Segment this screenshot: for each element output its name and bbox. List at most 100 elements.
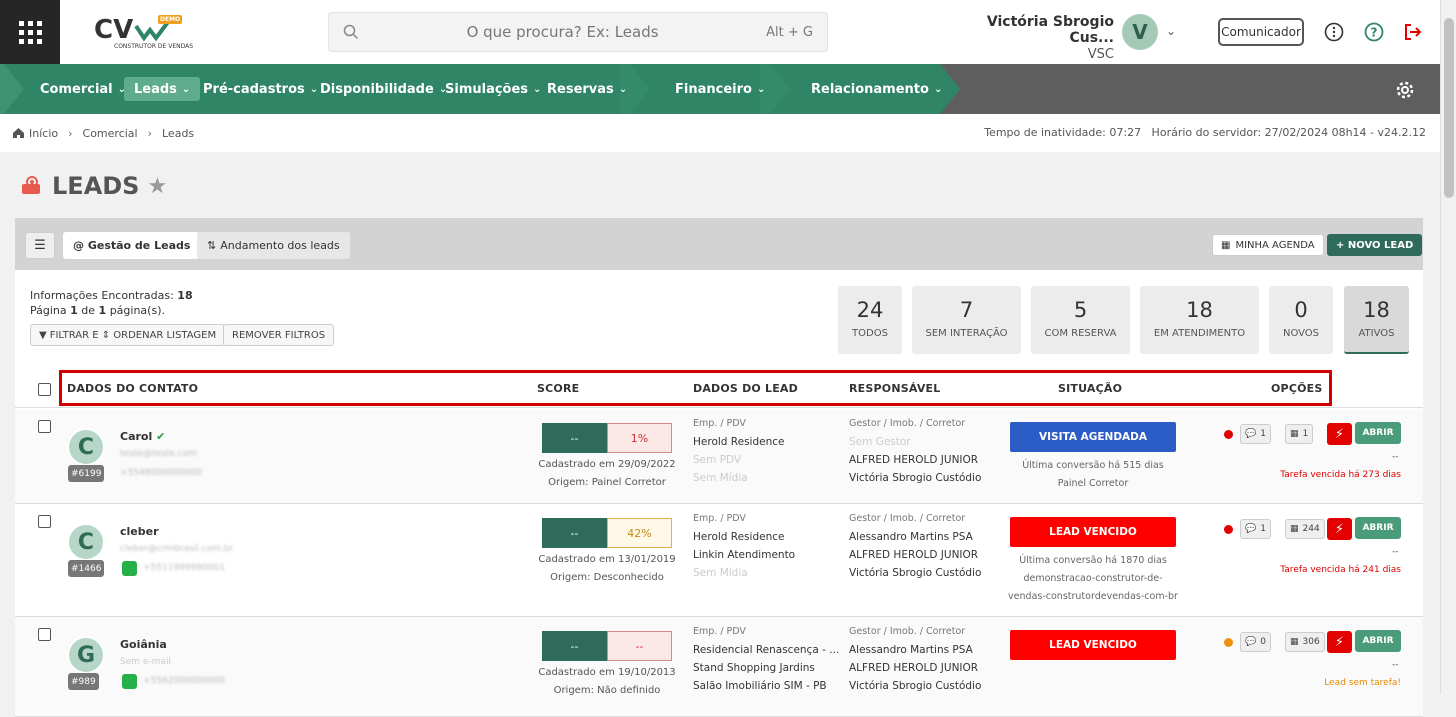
tab-gestao-de-leads[interactable]: @ Gestão de Leads [63, 232, 201, 259]
row-checkbox[interactable] [38, 515, 51, 528]
chevron-right-icon: › [68, 126, 73, 140]
chat-count-button[interactable]: 💬 0 [1240, 632, 1271, 652]
calendar-icon: ▦ [1290, 524, 1299, 534]
leads-icon [22, 176, 40, 194]
logout-icon[interactable] [1403, 22, 1423, 42]
nav-item-simulacoes[interactable]: Simulações ⌄ [435, 77, 551, 101]
row-checkbox[interactable] [38, 628, 51, 641]
nav-item-pre-cadastros[interactable]: Pré-cadastros ⌄ [193, 77, 328, 101]
help-icon[interactable]: ? [1364, 22, 1384, 42]
user-info[interactable]: Victória Sbrogio Cus... VSC [944, 14, 1114, 62]
col-situacao: SITUAÇÃO [1058, 382, 1123, 395]
lead-data: Emp. / PDV Herold Residence Linkin Atend… [693, 513, 796, 579]
calendar-count-button[interactable]: ▦ 1 [1285, 424, 1314, 444]
lead-id-badge: #6199 [68, 465, 105, 482]
whatsapp-icon[interactable] [122, 561, 137, 576]
table-row: C #6199 Carol ✔ teste@teste.com +5548000… [15, 409, 1423, 504]
lead-email: Sem e-mail [120, 657, 171, 667]
stat-em-atendimento[interactable]: 18 EM ATENDIMENTO [1140, 286, 1259, 354]
calendar-count-button[interactable]: ▦ 306 [1285, 632, 1325, 652]
nav-item-financeiro[interactable]: Financeiro ⌄ [665, 77, 775, 101]
chevron-down-icon: ⌄ [618, 83, 628, 95]
star-icon[interactable]: ★ [147, 174, 167, 199]
remove-filters-button[interactable]: REMOVER FILTROS [223, 324, 335, 346]
breadcrumb-comercial[interactable]: Comercial [83, 127, 138, 140]
lead-name[interactable]: Goiânia [120, 638, 167, 651]
bolt-action-button[interactable]: ⚡ [1327, 423, 1352, 445]
lead-phone: +5548000000000 [120, 468, 202, 478]
whatsapp-icon[interactable] [122, 674, 137, 689]
chevron-right-icon: › [147, 126, 152, 140]
stat-ativos[interactable]: 18 ATIVOS [1344, 286, 1409, 354]
novo-lead-button[interactable]: + NOVO LEAD [1327, 234, 1423, 256]
status-text: Última conversão há 515 dias Painel Corre… [1022, 460, 1164, 489]
gear-icon[interactable] [1394, 79, 1416, 101]
stat-com-reserva[interactable]: 5 COM RESERVA [1031, 286, 1130, 354]
svg-text:?: ? [1371, 26, 1378, 40]
scrollbar-thumb[interactable] [1444, 18, 1454, 198]
search-input[interactable]: O que procura? Ex: Leads Alt + G [328, 12, 828, 52]
nav-item-reservas[interactable]: Reservas ⌄ [537, 77, 637, 101]
filter-icon: ▼ [39, 329, 47, 341]
server-info: Tempo de inatividade: 07:27 Horário do s… [984, 126, 1426, 139]
nav-item-leads[interactable]: Leads ⌄ [124, 77, 201, 101]
more-options-icon[interactable] [1324, 22, 1344, 42]
col-dados-do-lead: DADOS DO LEAD [693, 382, 798, 395]
status-badge[interactable]: LEAD VENCIDO [1010, 630, 1176, 660]
cadastrado-date: Cadastrado em 19/10/2013 [538, 667, 676, 678]
comunicador-button[interactable]: Comunicador [1218, 18, 1304, 46]
bolt-action-button[interactable]: ⚡ [1327, 631, 1352, 653]
dash-text: -- [1392, 547, 1399, 557]
bolt-icon: ⚡ [1334, 634, 1345, 650]
chevron-down-icon[interactable]: ⌄ [1166, 24, 1176, 38]
filter-button[interactable]: ▼ FILTRAR E ⇕ ORDENAR LISTAGEM [30, 324, 226, 346]
breadcrumb-inicio[interactable]: Início [29, 127, 58, 140]
user-avatar[interactable]: V [1122, 14, 1158, 50]
nav-item-relacionamento[interactable]: Relacionamento ⌄ [801, 77, 952, 101]
verified-check-icon: ✔ [156, 430, 166, 443]
stat-todos[interactable]: 24 TODOS [838, 286, 902, 354]
home-icon [13, 128, 24, 138]
calendar-icon: ▦ [1221, 239, 1231, 251]
nav-item-comercial[interactable]: Comercial ⌄ [30, 77, 136, 101]
stat-novos[interactable]: 0 NOVOS [1269, 286, 1333, 354]
cv-logo[interactable]: CV DEMO CONSTRUTOR DE VENDAS [92, 12, 193, 54]
svg-text:CV: CV [94, 15, 133, 45]
bolt-icon: ⚡ [1334, 521, 1345, 537]
tab-andamento-dos-leads[interactable]: ⇅ Andamento dos leads [197, 232, 350, 259]
dash-text: -- [1392, 452, 1399, 462]
dash-text: -- [1392, 660, 1399, 670]
status-badge[interactable]: VISITA AGENDADA [1010, 422, 1176, 452]
abrir-button[interactable]: ABRIR [1355, 422, 1401, 444]
chat-count-button[interactable]: 💬 1 [1240, 424, 1271, 444]
lead-id-badge: #989 [68, 673, 99, 690]
bolt-action-button[interactable]: ⚡ [1327, 518, 1352, 540]
calendar-count-button[interactable]: ▦ 244 [1285, 519, 1325, 539]
menu-toggle-button[interactable]: ☰ [25, 232, 55, 259]
apps-menu-button[interactable] [0, 0, 60, 64]
minha-agenda-button[interactable]: ▦ MINHA AGENDA [1212, 234, 1324, 256]
row-checkbox[interactable] [38, 420, 51, 433]
top-bar: CV DEMO CONSTRUTOR DE VENDAS O que procu… [0, 0, 1440, 64]
grid-icon [18, 20, 42, 44]
chat-count-button[interactable]: 💬 1 [1240, 519, 1271, 539]
select-all-checkbox[interactable] [38, 383, 51, 396]
scrollbar[interactable] [1440, 0, 1456, 694]
abrir-button[interactable]: ABRIR [1355, 630, 1401, 652]
status-text: Última conversão há 1870 dias demonstraca… [1008, 555, 1178, 602]
lead-name[interactable]: Carol ✔ [120, 430, 165, 443]
responsavel: Gestor / Imob. / Corretor Sem Gestor ALF… [849, 418, 982, 484]
breadcrumb-leads[interactable]: Leads [162, 127, 194, 140]
hamburger-icon: ☰ [34, 238, 46, 253]
lead-email: cleber@crmbrasil.com.br [120, 544, 234, 554]
leads-panel: ☰ @ Gestão de Leads ⇅ Andamento dos leads… [15, 218, 1423, 717]
status-dot [1224, 525, 1233, 534]
lead-name[interactable]: cleber [120, 525, 159, 538]
col-opcoes: OPÇÕES [1271, 382, 1323, 395]
stat-sem-interacao[interactable]: 7 SEM INTERAÇÃO [912, 286, 1021, 354]
calendar-icon: ▦ [1290, 637, 1299, 647]
task-status: Tarefa vencida há 241 dias [1280, 565, 1401, 575]
abrir-button[interactable]: ABRIR [1355, 517, 1401, 539]
status-badge[interactable]: LEAD VENCIDO [1010, 517, 1176, 547]
score-bar: -- 42% [542, 518, 672, 548]
